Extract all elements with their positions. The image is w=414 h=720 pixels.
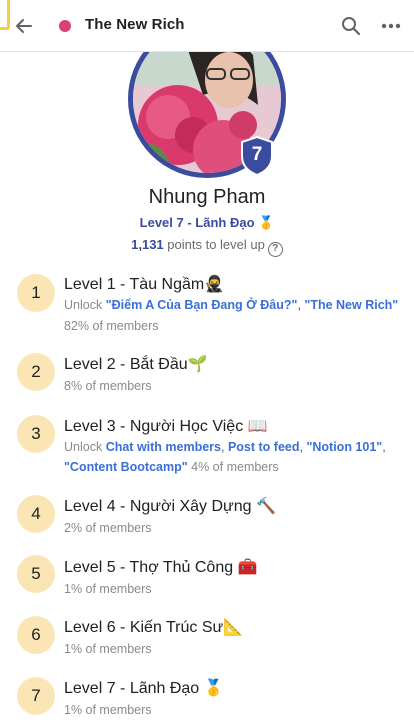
unlock-prefix: Unlock bbox=[64, 440, 106, 454]
corner-marker bbox=[0, 0, 10, 30]
top-app-bar: The New Rich bbox=[0, 0, 414, 52]
unlock-link[interactable]: "Notion 101" bbox=[306, 440, 382, 454]
back-button[interactable] bbox=[10, 12, 38, 40]
level-title: Level 6 - Kiến Trúc Sư📐 bbox=[64, 619, 244, 636]
level-members: 1% of members bbox=[64, 582, 152, 596]
group-color-dot bbox=[59, 20, 71, 32]
level-number-circle: 6 bbox=[17, 616, 55, 654]
points-text: points to level up bbox=[163, 237, 265, 252]
group-title: The New Rich bbox=[85, 16, 185, 33]
level-unlocks-continued: "Content Bootcamp" 4% of members bbox=[64, 460, 279, 474]
profile-name: Nhung Pham bbox=[148, 186, 266, 208]
unlock-link[interactable]: "The New Rich" bbox=[304, 298, 398, 312]
level-number-circle: 1 bbox=[17, 274, 55, 312]
level-unlocks: Unlock Chat with members, Post to feed, … bbox=[64, 440, 386, 454]
level-title: Level 1 - Tàu Ngầm🥷 bbox=[64, 276, 225, 293]
unlock-link[interactable]: Chat with members bbox=[106, 440, 221, 454]
level-title: Level 4 - Người Xây Dựng 🔨 bbox=[64, 498, 276, 515]
unlock-link[interactable]: "Content Bootcamp" bbox=[64, 460, 188, 474]
points-number: 1,131 bbox=[131, 237, 164, 252]
level-members: 1% of members bbox=[64, 642, 152, 656]
unlock-link[interactable]: Post to feed bbox=[228, 440, 300, 454]
level-title: Level 7 - Lãnh Đạo 🥇 bbox=[64, 680, 224, 697]
level-number-circle: 5 bbox=[17, 555, 55, 593]
more-options-button[interactable] bbox=[377, 13, 405, 39]
level-members: 2% of members bbox=[64, 521, 152, 535]
level-number-circle: 2 bbox=[17, 353, 55, 391]
level-number-circle: 4 bbox=[17, 495, 55, 533]
level-number-circle: 3 bbox=[17, 415, 55, 453]
level-members: 4% of members bbox=[191, 460, 279, 474]
level-badge: 7 bbox=[240, 135, 274, 177]
search-button[interactable] bbox=[338, 13, 364, 39]
points-to-level-up: 1,131 points to level up? bbox=[0, 237, 414, 257]
level-title: Level 5 - Thợ Thủ Công 🧰 bbox=[64, 559, 258, 576]
level-badge-number: 7 bbox=[251, 144, 263, 165]
level-members: 82% of members bbox=[64, 319, 159, 333]
help-icon[interactable]: ? bbox=[267, 242, 283, 257]
search-icon bbox=[342, 17, 361, 36]
level-number-circle: 7 bbox=[17, 677, 55, 715]
level-members: 8% of members bbox=[64, 379, 152, 393]
level-title: Level 3 - Người Học Việc 📖 bbox=[64, 418, 268, 435]
unlock-prefix: Unlock bbox=[64, 298, 106, 312]
more-horizontal-icon bbox=[381, 23, 401, 29]
level-title: Level 2 - Bắt Đầu🌱 bbox=[64, 356, 208, 373]
profile-level: Level 7 - Lãnh Đạo 🥇 bbox=[139, 215, 275, 230]
level-members: 1% of members bbox=[64, 703, 152, 717]
unlock-link[interactable]: "Điểm A Của Bạn Đang Ở Đâu?" bbox=[106, 298, 298, 312]
arrow-left-icon bbox=[16, 19, 32, 33]
level-unlocks: Unlock "Điểm A Của Bạn Đang Ở Đâu?", "Th… bbox=[64, 298, 399, 312]
